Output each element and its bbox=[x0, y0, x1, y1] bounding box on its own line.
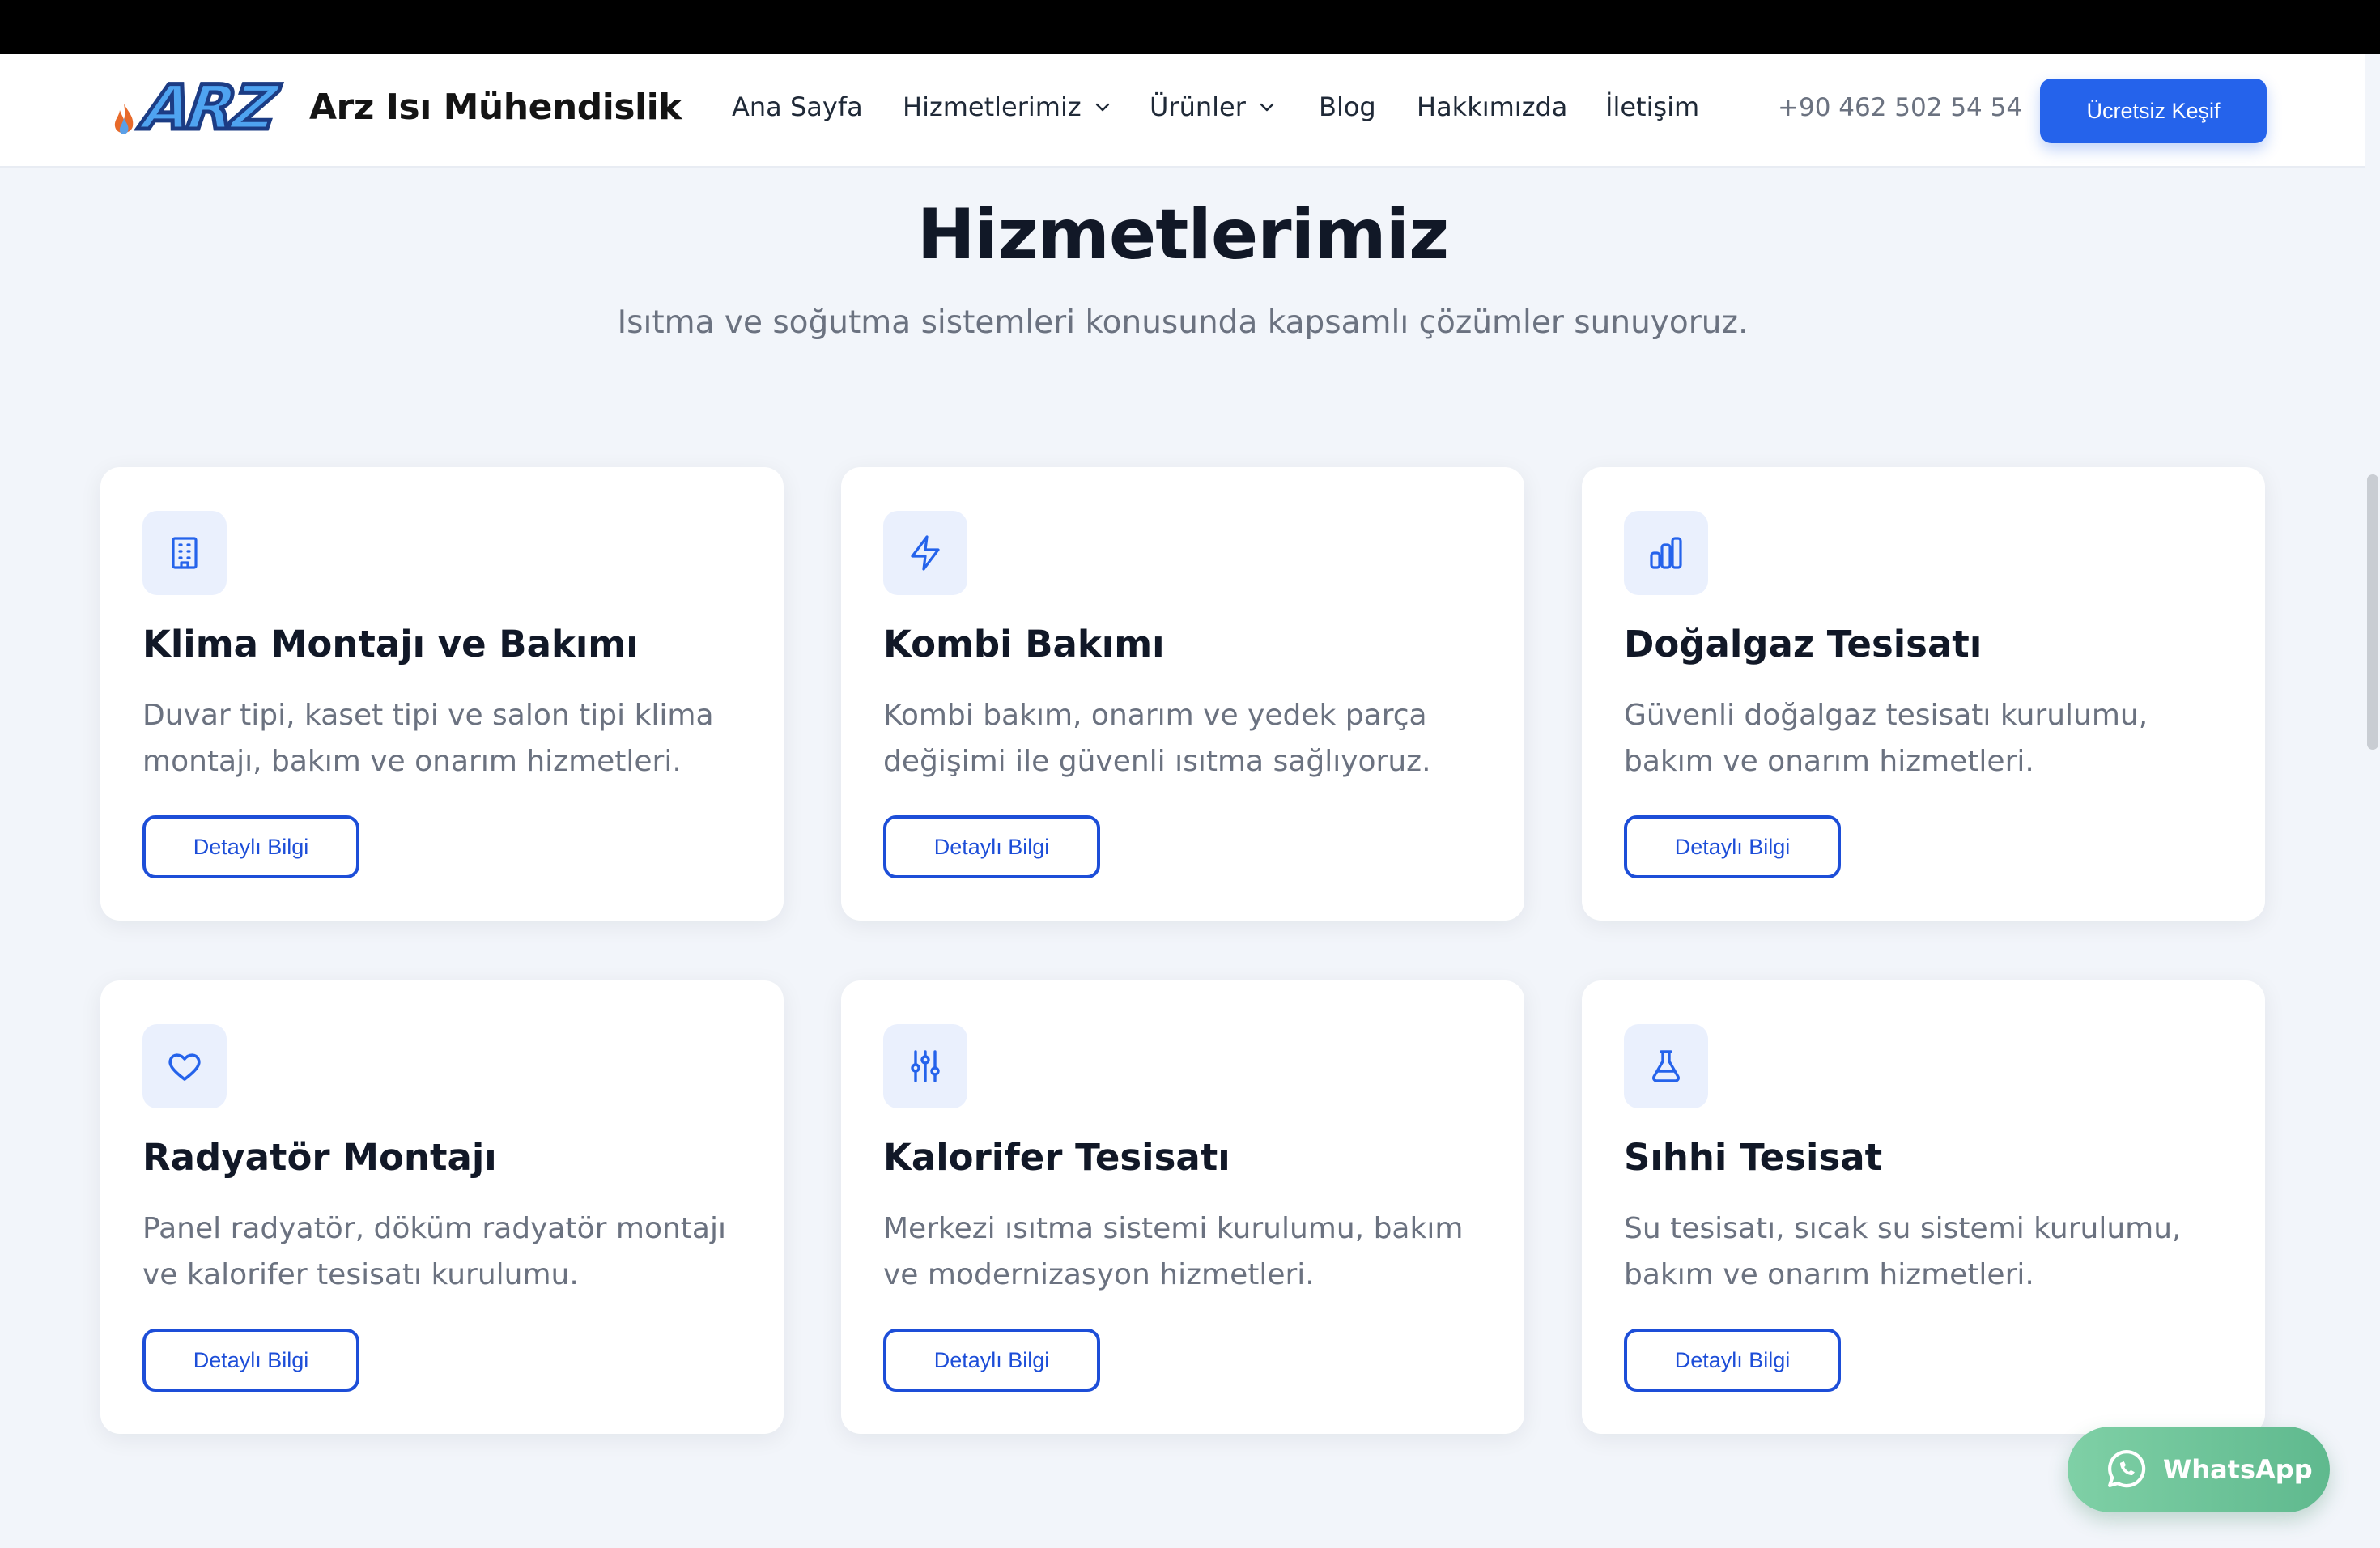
details-button[interactable]: Detaylı Bilgi bbox=[142, 815, 359, 878]
scrollbar-thumb[interactable] bbox=[2367, 474, 2378, 750]
site-header: ARZ Arz Isı Mühendislik Ana Sayfa Hizmet… bbox=[0, 54, 2365, 168]
nav-item-blog[interactable]: Blog bbox=[1319, 91, 1376, 122]
service-icon-box bbox=[1624, 1024, 1708, 1108]
flask-icon bbox=[1652, 1050, 1680, 1082]
details-button[interactable]: Detaylı Bilgi bbox=[1624, 815, 1841, 878]
phone-link[interactable]: +90 462 502 54 54 bbox=[1778, 93, 2022, 122]
service-description: Su tesisatı, sıcak su sistemi kurulumu, … bbox=[1624, 1212, 2182, 1291]
whatsapp-button[interactable]: WhatsApp bbox=[2068, 1427, 2330, 1512]
service-icon-box bbox=[883, 1024, 967, 1108]
details-button[interactable]: Detaylı Bilgi bbox=[142, 1329, 359, 1392]
nav-item-label: Blog bbox=[1319, 91, 1376, 122]
service-card-radyator: Radyatör Montajı Panel radyatör, döküm r… bbox=[100, 980, 784, 1434]
details-button[interactable]: Detaylı Bilgi bbox=[883, 1329, 1100, 1392]
whatsapp-label: WhatsApp bbox=[2163, 1454, 2313, 1485]
sliders-icon bbox=[911, 1050, 940, 1082]
nav-item-label: İletişim bbox=[1605, 91, 1700, 122]
flame-icon bbox=[114, 104, 134, 134]
service-description: Panel radyatör, döküm radyatör montajı v… bbox=[142, 1212, 726, 1291]
nav-item-hizmetlerimiz[interactable]: Hizmetlerimiz bbox=[903, 91, 1112, 122]
whatsapp-icon bbox=[2108, 1450, 2146, 1488]
section-title: Hizmetlerimiz bbox=[916, 194, 1449, 275]
service-icon-box bbox=[142, 511, 227, 595]
service-description: Duvar tipi, kaset tipi ve salon tipi kli… bbox=[142, 699, 714, 778]
nav-item-label: Ürünler bbox=[1150, 91, 1246, 122]
service-card-kombi: Kombi Bakımı Kombi bakım, onarım ve yede… bbox=[841, 467, 1524, 921]
service-icon-box bbox=[1624, 511, 1708, 595]
service-description: Kombi bakım, onarım ve yedek parça değiş… bbox=[883, 699, 1431, 778]
service-card-kalorifer: Kalorifer Tesisatı Merkezi ısıtma sistem… bbox=[841, 980, 1524, 1434]
section-subtitle: Isıtma ve soğutma sistemleri konusunda k… bbox=[617, 304, 1749, 341]
free-survey-button[interactable]: Ücretsiz Keşif bbox=[2040, 79, 2267, 143]
browser-top-bar bbox=[0, 0, 2380, 54]
lightning-icon bbox=[911, 535, 940, 571]
nav-item-label: Hakkımızda bbox=[1417, 91, 1568, 122]
service-card-klima: Klima Montajı ve Bakımı Duvar tipi, kase… bbox=[100, 467, 784, 921]
service-description: Merkezi ısıtma sistemi kurulumu, bakım v… bbox=[883, 1212, 1464, 1291]
service-card-dogalgaz: Doğalgaz Tesisatı Güvenli doğalgaz tesis… bbox=[1582, 467, 2265, 921]
service-description: Güvenli doğalgaz tesisatı kurulumu, bakı… bbox=[1624, 699, 2148, 778]
building-icon bbox=[172, 537, 198, 569]
chevron-down-icon bbox=[1095, 103, 1109, 112]
details-button[interactable]: Detaylı Bilgi bbox=[1624, 1329, 1841, 1392]
nav-item-hakkimizda[interactable]: Hakkımızda bbox=[1417, 91, 1567, 122]
nav-item-label: Hizmetlerimiz bbox=[903, 91, 1082, 122]
logo-mark: ARZ bbox=[137, 70, 281, 146]
heart-icon bbox=[168, 1053, 201, 1081]
logo[interactable]: ARZ bbox=[112, 70, 281, 146]
service-icon-box bbox=[883, 511, 967, 595]
nav-item-ana-sayfa[interactable]: Ana Sayfa bbox=[732, 91, 863, 122]
service-title: Kombi Bakımı bbox=[883, 623, 1165, 666]
service-title: Kalorifer Tesisatı bbox=[883, 1136, 1230, 1179]
nav-item-label: Ana Sayfa bbox=[732, 91, 863, 122]
scrollbar-track[interactable] bbox=[2365, 54, 2380, 1548]
service-title: Sıhhi Tesisat bbox=[1624, 1136, 1883, 1179]
bar-chart-icon bbox=[1650, 537, 1682, 569]
service-icon-box bbox=[142, 1024, 227, 1108]
service-card-sihhi: Sıhhi Tesisat Su tesisatı, sıcak su sist… bbox=[1582, 980, 2265, 1434]
service-title: Klima Montajı ve Bakımı bbox=[142, 623, 639, 666]
details-button[interactable]: Detaylı Bilgi bbox=[883, 815, 1100, 878]
service-title: Doğalgaz Tesisatı bbox=[1624, 623, 1983, 666]
brand-name[interactable]: Arz Isı Mühendislik bbox=[309, 87, 682, 128]
chevron-down-icon bbox=[1260, 103, 1274, 112]
service-title: Radyatör Montajı bbox=[142, 1136, 497, 1179]
nav-item-iletisim[interactable]: İletişim bbox=[1605, 91, 1699, 122]
nav-item-urunler[interactable]: Ürünler bbox=[1150, 91, 1277, 122]
